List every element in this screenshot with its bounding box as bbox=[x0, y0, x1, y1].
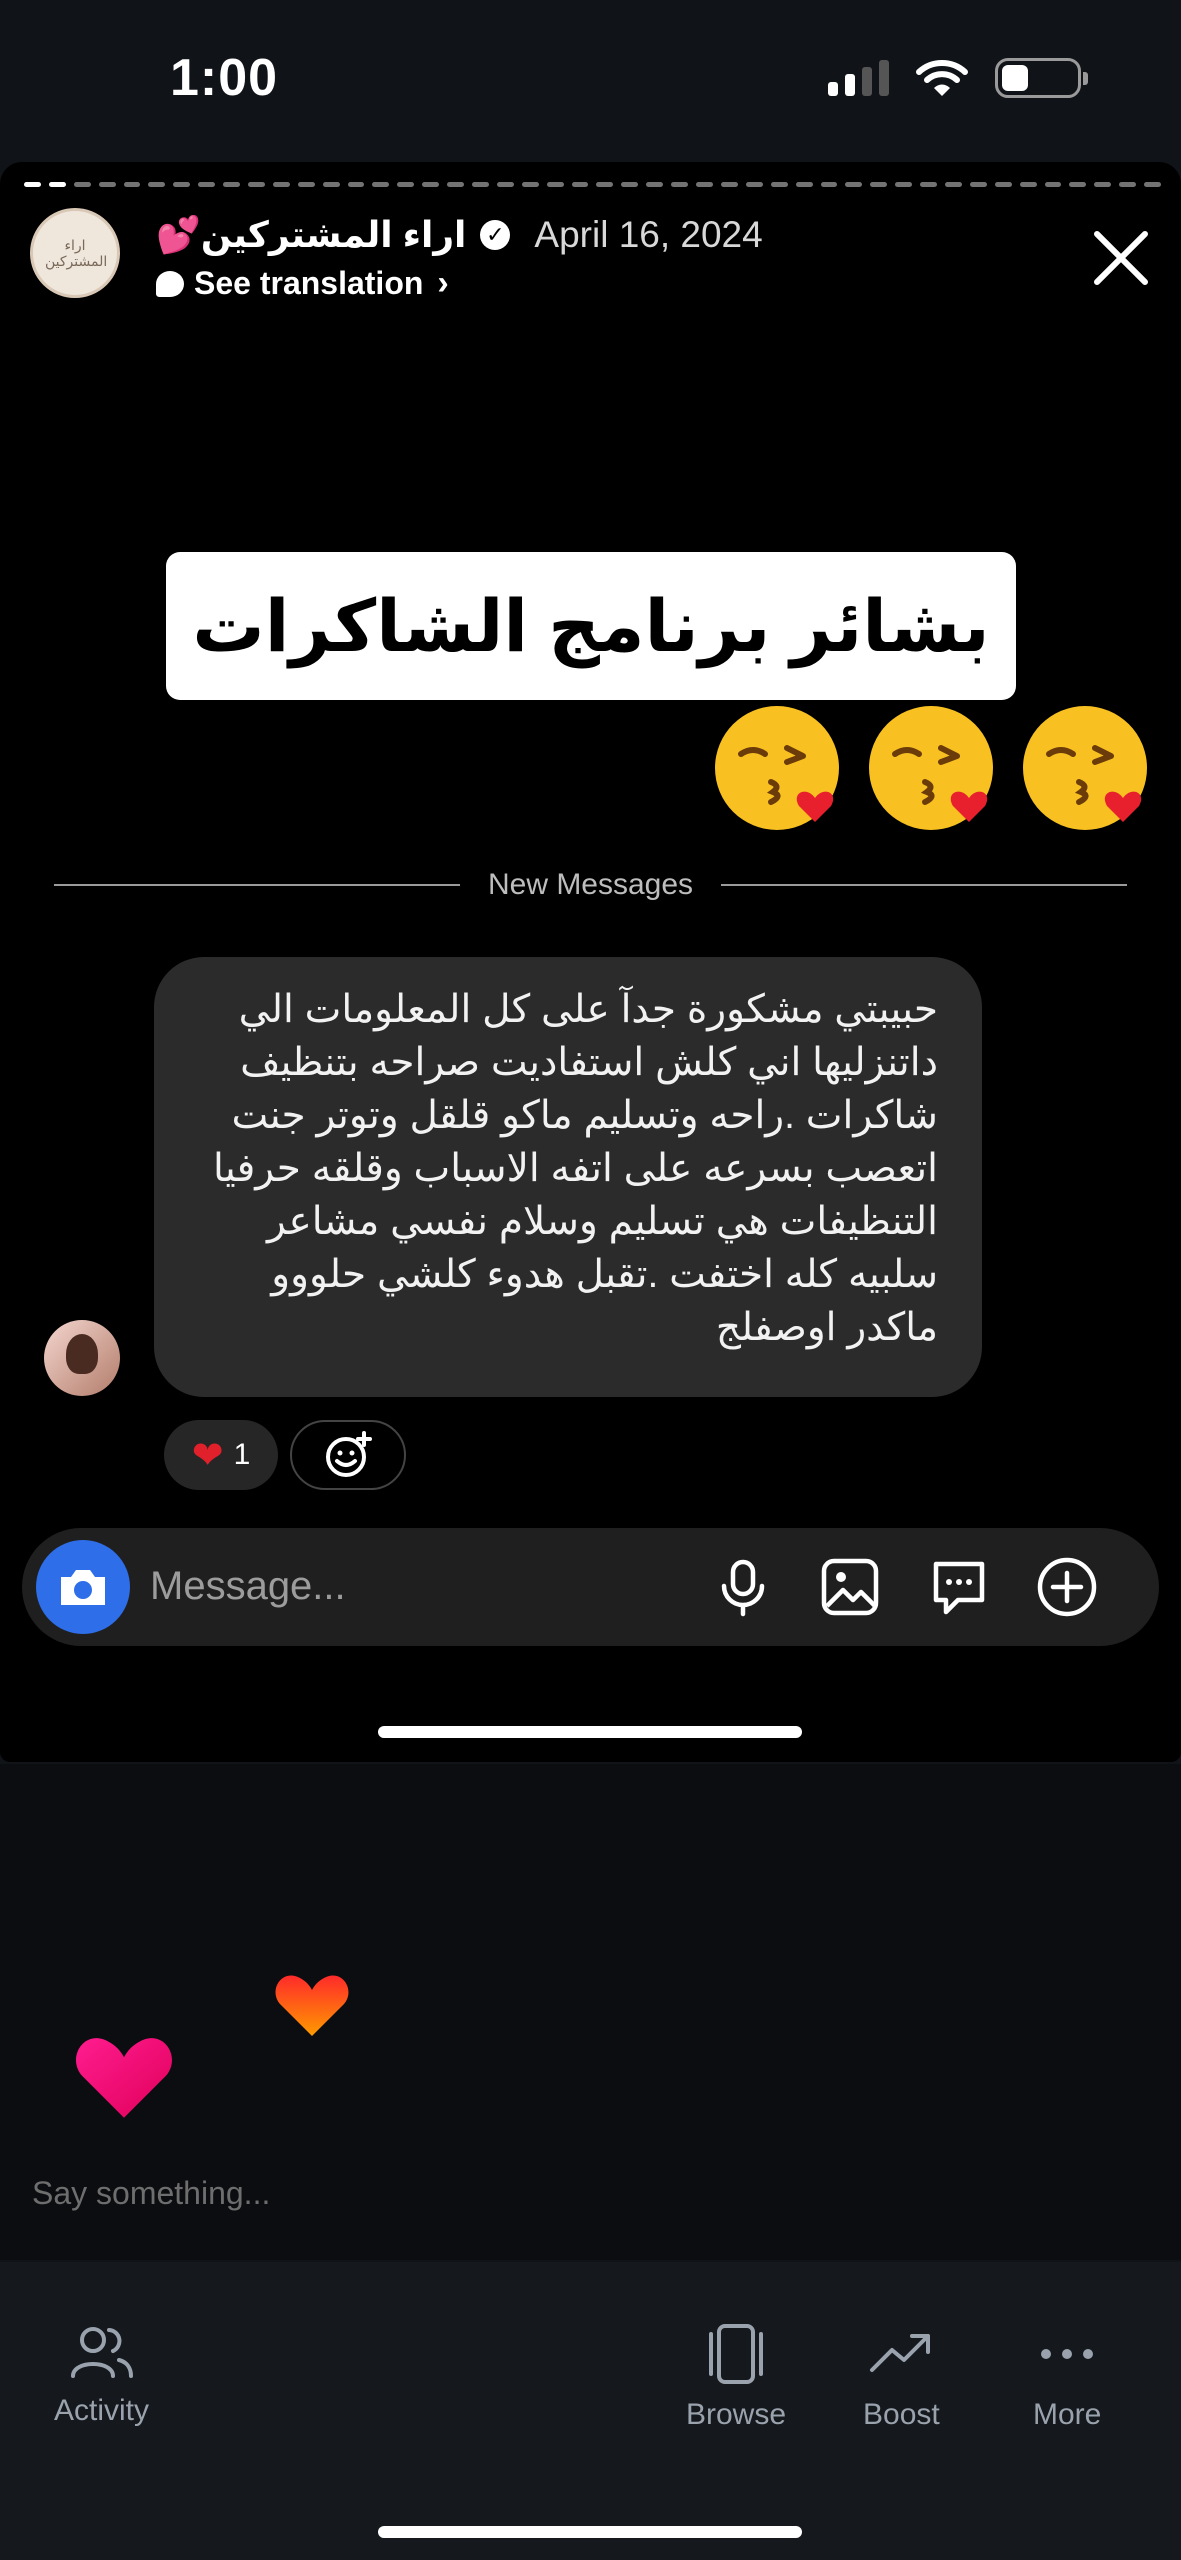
story-date: April 16, 2024 bbox=[534, 214, 763, 255]
tab-boost-label: Boost bbox=[863, 2398, 940, 2431]
wifi-icon bbox=[916, 60, 968, 96]
message-line: التنظيفات هي تسليم وسلام نفسي مشاعر bbox=[266, 1200, 938, 1243]
add-reaction-button[interactable] bbox=[290, 1420, 406, 1490]
browse-icon bbox=[709, 2324, 764, 2384]
kissing-face-icon bbox=[869, 706, 993, 830]
people-icon bbox=[70, 2327, 133, 2378]
trending-icon bbox=[870, 2334, 931, 2372]
tab-browse-label: Browse bbox=[686, 2398, 787, 2431]
status-icons bbox=[828, 58, 1088, 98]
message-line: داتنزليها اني كلش استفاديت صراحه بتنظيف bbox=[240, 1041, 938, 1084]
story-title-line: اراء المشتركين💕 ✓ April 16, 2024 bbox=[156, 214, 763, 256]
tab-bar: Activity Browse Boost More bbox=[0, 2262, 1181, 2560]
camera-icon bbox=[61, 1570, 105, 1605]
message-composer bbox=[22, 1528, 1159, 1646]
story-header: اراء المشتركين اراء المشتركين💕 ✓ April 1… bbox=[30, 208, 1151, 308]
message-text: حبيبتي مشكورة جدآ على كل المعلومات الي د… bbox=[198, 983, 938, 1354]
message-line: حبيبتي مشكورة جدآ على كل المعلومات الي bbox=[238, 988, 938, 1031]
kissing-face-icon bbox=[715, 706, 839, 830]
reaction-count: 1 bbox=[233, 1438, 251, 1471]
status-bar: 1:00 bbox=[0, 0, 1181, 160]
floating-heart-icon bbox=[76, 2038, 172, 2118]
add-emoji-icon bbox=[326, 1431, 372, 1477]
kissing-face-icon bbox=[1023, 706, 1147, 830]
story-panel: اراء المشتركين اراء المشتركين💕 ✓ April 1… bbox=[0, 162, 1181, 1762]
story-avatar[interactable]: اراء المشتركين bbox=[30, 208, 120, 298]
message-line: اتعصب بسرعه على اتفه الاسباب وقلقه حرفيا bbox=[212, 1147, 938, 1190]
gallery-icon[interactable] bbox=[819, 1556, 881, 1618]
heart-reaction-icon: ❤ bbox=[191, 1434, 224, 1477]
comment-input[interactable]: Say something... bbox=[32, 2175, 270, 2212]
cellular-signal-icon bbox=[828, 60, 889, 96]
new-messages-label: New Messages bbox=[487, 868, 694, 901]
chevron-right-icon: › bbox=[437, 264, 449, 302]
close-icon[interactable] bbox=[1091, 228, 1151, 288]
message-line: سلبيه كله اختفت .تقبل هدوء كلشي حلووو bbox=[271, 1253, 938, 1296]
home-indicator bbox=[378, 1726, 802, 1738]
story-progress bbox=[24, 182, 1161, 187]
home-indicator bbox=[378, 2526, 802, 2538]
status-time: 1:00 bbox=[170, 49, 279, 107]
message-input[interactable] bbox=[150, 1556, 650, 1616]
reaction-pill[interactable]: ❤ 1 bbox=[164, 1420, 278, 1490]
floating-heart-icon bbox=[275, 1975, 349, 2036]
story-headline-box: بشائر برنامج الشاكرات bbox=[166, 552, 1016, 700]
story-headline: بشائر برنامج الشاكرات bbox=[192, 587, 990, 667]
tab-activity-label: Activity bbox=[54, 2394, 150, 2427]
plus-circle-icon[interactable] bbox=[1036, 1556, 1098, 1618]
tab-more[interactable]: More bbox=[1033, 2324, 1101, 2432]
emoji-row bbox=[711, 702, 1151, 834]
tab-activity[interactable]: Activity bbox=[54, 2324, 149, 2428]
more-dots-icon bbox=[1041, 2349, 1094, 2359]
story-avatar-text: اراء المشتركين bbox=[45, 237, 108, 269]
see-translation-link[interactable]: See translation › bbox=[156, 264, 449, 303]
camera-button[interactable] bbox=[36, 1540, 130, 1634]
speech-bubble-icon bbox=[156, 270, 184, 297]
sender-avatar[interactable] bbox=[44, 1320, 120, 1396]
tab-browse[interactable]: Browse bbox=[686, 2324, 786, 2432]
see-translation-label: See translation bbox=[194, 265, 424, 301]
story-account-name[interactable]: اراء المشتركين💕 bbox=[156, 214, 466, 256]
message-line: شاكرات .راحه وتسليم ماكو قلقل وتوتر جنت bbox=[231, 1094, 938, 1137]
tab-boost[interactable]: Boost bbox=[863, 2324, 940, 2432]
tab-more-label: More bbox=[1033, 2398, 1102, 2431]
message-line: ماكدر اوصفلج bbox=[715, 1306, 938, 1349]
battery-icon bbox=[995, 58, 1088, 98]
message-bubble[interactable]: حبيبتي مشكورة جدآ على كل المعلومات الي د… bbox=[154, 957, 982, 1397]
microphone-icon[interactable] bbox=[712, 1556, 774, 1618]
verified-badge-icon: ✓ bbox=[480, 220, 511, 250]
chat-bubble-icon[interactable] bbox=[928, 1556, 990, 1618]
new-messages-divider: New Messages bbox=[54, 868, 1128, 902]
